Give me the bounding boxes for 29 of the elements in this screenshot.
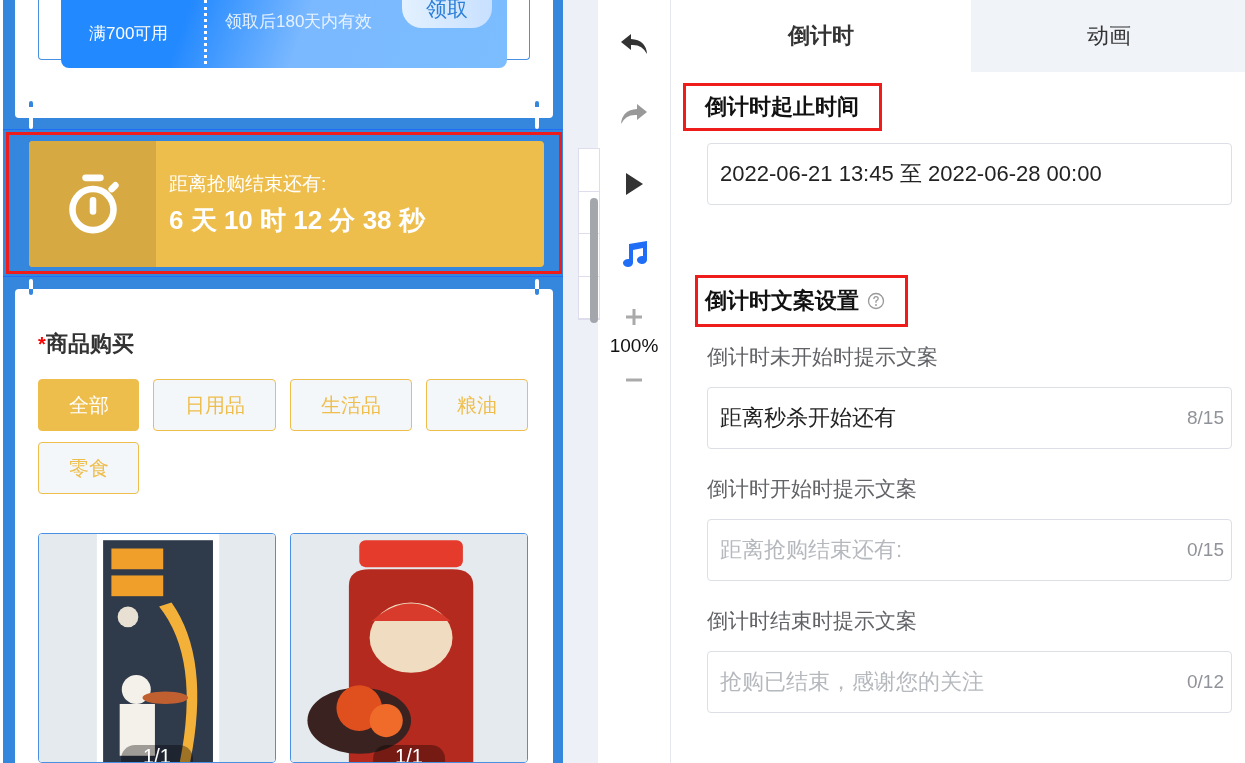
countdown-label: 距离抢购结束还有: [169, 171, 328, 196]
field-label: 倒计时未开始时提示文案 [707, 344, 939, 370]
redo-icon [620, 102, 648, 126]
minus-icon [625, 378, 643, 382]
resize-handle[interactable] [535, 279, 539, 295]
scrollbar-thumb[interactable] [590, 198, 598, 323]
character-counter: 0/15 [1187, 539, 1224, 561]
resize-handle[interactable] [535, 101, 539, 129]
character-counter: 8/15 [1187, 407, 1224, 429]
category-tab[interactable]: 全部 [38, 379, 139, 431]
coupon-condition: 满700可用 [89, 23, 169, 45]
undo-icon [620, 32, 648, 56]
section-title: 倒计时起止时间 [705, 93, 859, 121]
field-label: 倒计时开始时提示文案 [707, 476, 918, 502]
play-icon [624, 172, 644, 196]
coupon-validity: 领取后180天内有效 [225, 11, 373, 33]
plus-icon [625, 308, 643, 326]
countdown-value: 6 天 10 时 12 分 38 秒 [169, 203, 425, 237]
field-label: 倒计时结束时提示文案 [707, 608, 918, 634]
resize-handle[interactable] [29, 279, 33, 295]
section-title: 倒计时文案设置 [705, 287, 859, 315]
text-field[interactable]: 2022-06-21 13:45 至 2022-06-28 00:00 [707, 143, 1232, 205]
resize-handle[interactable] [29, 101, 33, 129]
required-mark: * [38, 333, 46, 356]
character-counter: 0/12 [1187, 671, 1224, 693]
zoom-level: 100% [609, 335, 659, 357]
help-icon[interactable] [867, 292, 885, 310]
panel-tab[interactable]: 动画 [971, 0, 1245, 72]
section-title: 商品购买 [45, 330, 134, 358]
